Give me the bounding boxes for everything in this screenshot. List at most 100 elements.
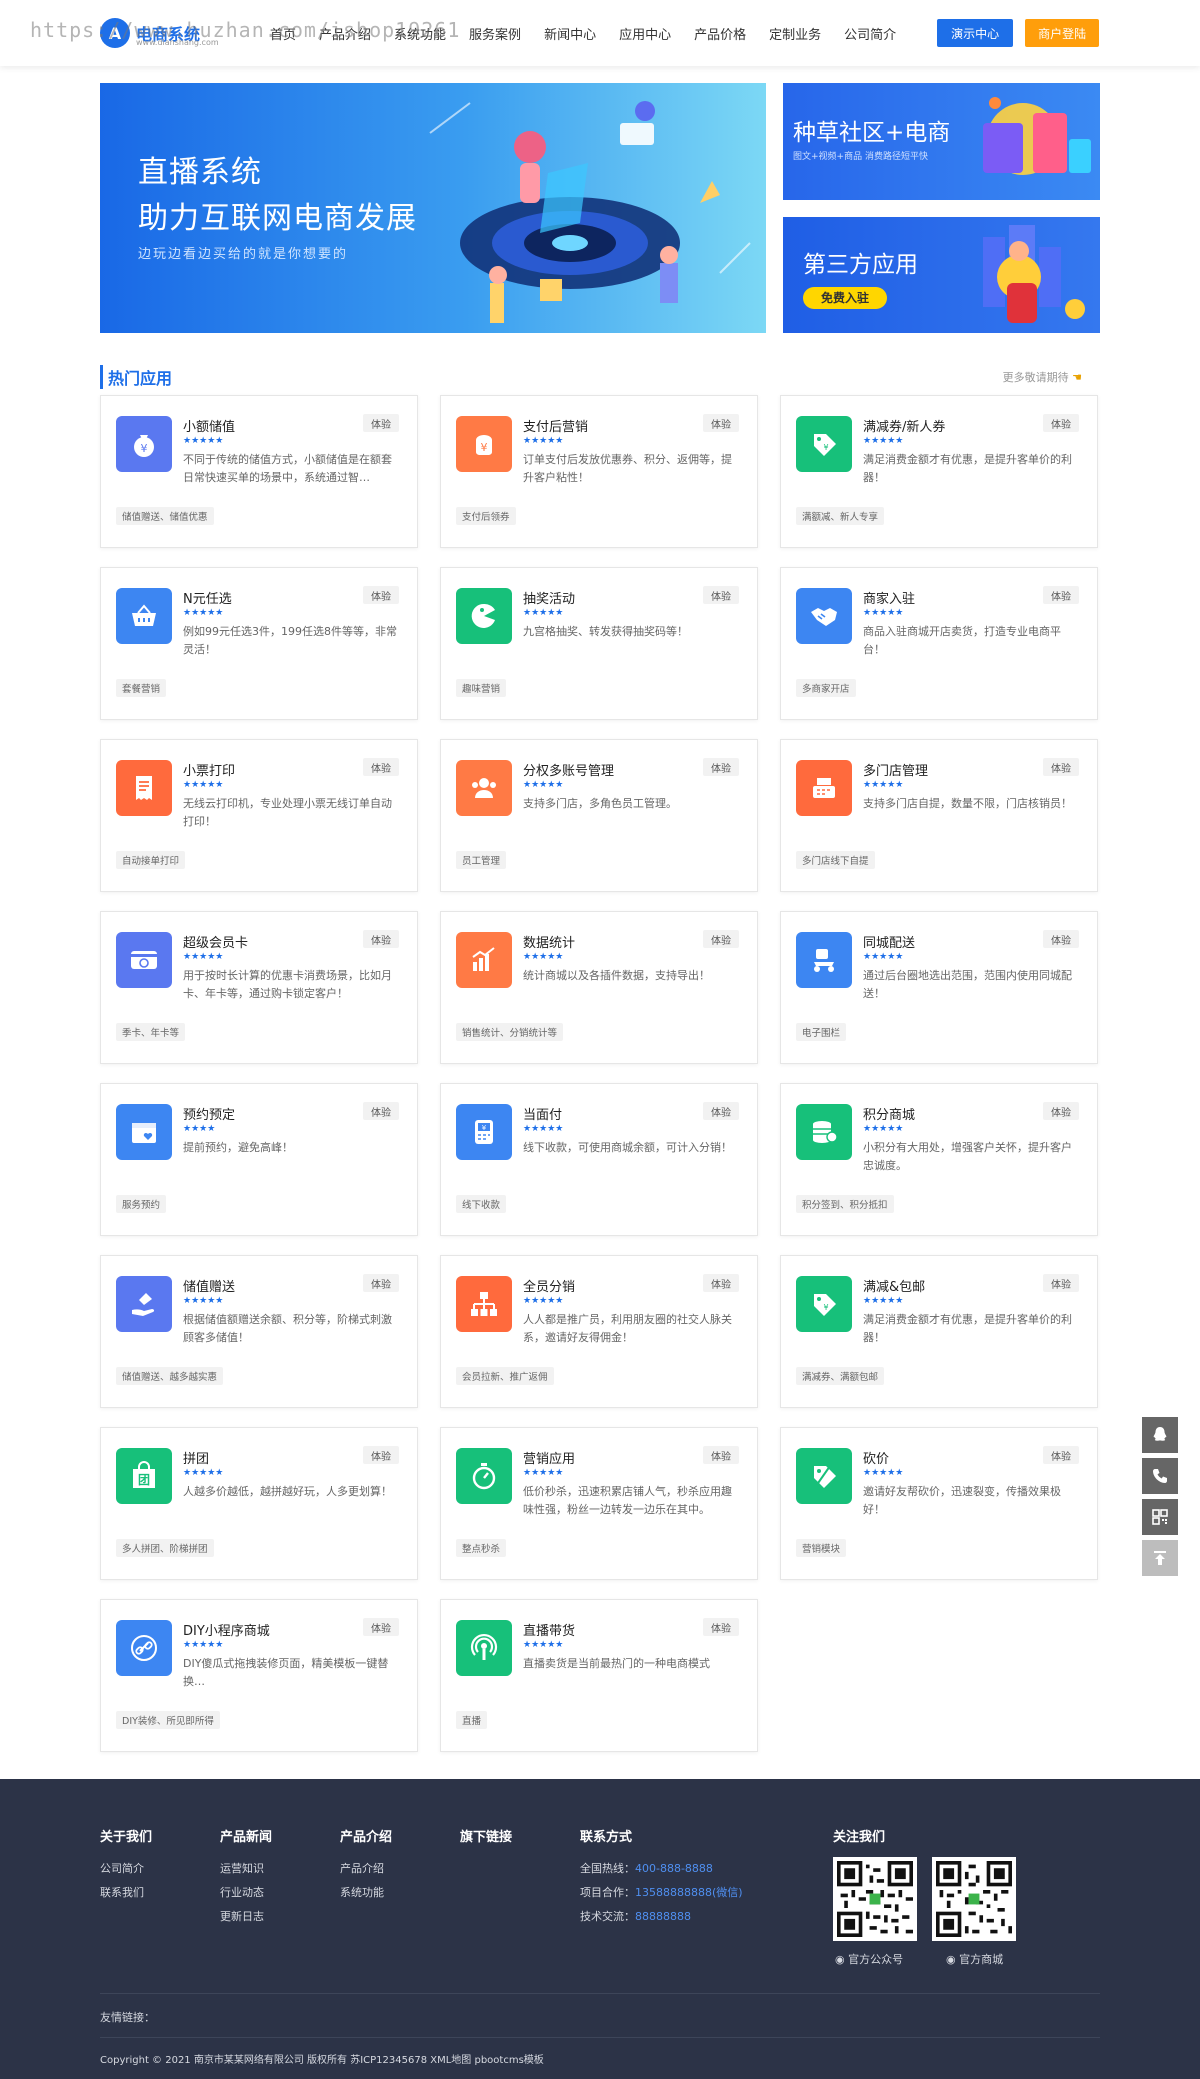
- nav-item[interactable]: 首页: [270, 24, 296, 43]
- app-tag: 电子围栏: [796, 1023, 847, 1041]
- nav-item[interactable]: 系统功能: [394, 24, 446, 43]
- app-card[interactable]: ¥ 满减&包邮 体验 ★★★★★ 满足消费金额才有优惠，是提升客单价的利器！ 满减券、满额…: [780, 1255, 1098, 1408]
- nav-item[interactable]: 产品介绍: [319, 24, 371, 43]
- nav-item[interactable]: 公司简介: [844, 24, 896, 43]
- more-coming-link[interactable]: 更多敬请期待 ☚: [1003, 369, 1082, 385]
- basket-icon: [116, 588, 172, 644]
- handshake-icon: [796, 588, 852, 644]
- footer-link-changelog[interactable]: 更新日志: [220, 1905, 272, 1929]
- app-card[interactable]: 储值赠送 体验 ★★★★★ 根据储值额赠送余额、积分等，阶梯式刺激顾客多储值！ 储值赠送…: [100, 1255, 418, 1408]
- hotline-value[interactable]: 400-888-8888: [635, 1862, 713, 1875]
- nav-item[interactable]: 定制业务: [769, 24, 821, 43]
- app-card[interactable]: DIY小程序商城 体验 ★★★★★ DIY傻瓜式拖拽装修页面，精美模板一键替换… DIY…: [100, 1599, 418, 1752]
- hot-apps-header: 热门应用 更多敬请期待 ☚: [100, 365, 1100, 389]
- app-card[interactable]: ¥ 支付后营销 体验 ★★★★★ 订单支付后发放优惠券、积分、返佣等，提升客户粘性！ 支付…: [440, 395, 758, 548]
- rating-stars: ★★★★★: [523, 1296, 564, 1306]
- footer-link-industry[interactable]: 行业动态: [220, 1881, 272, 1905]
- app-card[interactable]: 直播带货 体验 ★★★★★ 直播卖货是当前最热门的一种电商模式 直播: [440, 1599, 758, 1752]
- try-button[interactable]: 体验: [703, 930, 739, 948]
- try-button[interactable]: 体验: [363, 1102, 399, 1120]
- qq-icon[interactable]: [1142, 1417, 1178, 1453]
- app-card[interactable]: ¥ 满减券/新人券 体验 ★★★★★ 满足消费金额才有优惠，是提升客单价的利器！ 满额减、…: [780, 395, 1098, 548]
- app-card[interactable]: 团 拼团 体验 ★★★★★ 人越多价越低，越拼越好玩，人多更划算！ 多人拼团、阶梯拼团: [100, 1427, 418, 1580]
- third-party-banner[interactable]: 第三方应用 免费入驻: [783, 216, 1100, 333]
- tech-value[interactable]: 88888888: [635, 1910, 691, 1923]
- try-button[interactable]: 体验: [703, 1274, 739, 1292]
- try-button[interactable]: 体验: [363, 586, 399, 604]
- section-title: 热门应用: [100, 365, 172, 389]
- phone-icon[interactable]: [1142, 1458, 1178, 1494]
- try-button[interactable]: 体验: [1043, 1446, 1079, 1464]
- app-title: 商家入驻: [863, 592, 916, 607]
- app-card[interactable]: 砍价 体验 ★★★★★ 邀请好友帮砍价，迅速裂变，传播效果极好！ 营销模块: [780, 1427, 1098, 1580]
- footer-link-features[interactable]: 系统功能: [340, 1881, 392, 1905]
- banner-area: 直播系统 助力互联网电商发展 边玩边看边买给的就是你想要的 种草社区+电商 图文…: [100, 83, 1100, 333]
- coop-value[interactable]: 13588888888(微信): [635, 1886, 743, 1899]
- app-description: 无线云打印机，专业处理小票无线订单自动打印！: [183, 797, 392, 828]
- mall-icon: ◉: [946, 1953, 956, 1966]
- qrcode-icon[interactable]: [1142, 1499, 1178, 1535]
- try-button[interactable]: 体验: [703, 1102, 739, 1120]
- try-button[interactable]: 体验: [703, 414, 739, 432]
- app-card[interactable]: 商家入驻 体验 ★★★★★ 商品入驻商城开店卖货，打造专业电商平台！ 多商家开店: [780, 567, 1098, 720]
- app-card[interactable]: 全员分销 体验 ★★★★★ 人人都是推广员，利用朋友圈的社交人脉关系，邀请好友得佣金！…: [440, 1255, 758, 1408]
- app-card[interactable]: 预约预定 体验 ★★★★ 提前预约，避免高峰！ 服务预约: [100, 1083, 418, 1236]
- rating-stars: ★★★★★: [863, 436, 904, 446]
- app-card[interactable]: ¥ 小额储值 体验 ★★★★★ 不同于传统的储值方式，小额储值是在额套日常快速买单的场景…: [100, 395, 418, 548]
- app-card[interactable]: 超级会员卡 体验 ★★★★★ 用于按时长计算的优惠卡消费场景，比如月卡、年卡等，通过购…: [100, 911, 418, 1064]
- back-to-top-icon[interactable]: [1142, 1540, 1178, 1576]
- nav-item[interactable]: 产品价格: [694, 24, 746, 43]
- demo-center-button[interactable]: 演示中心: [937, 19, 1014, 47]
- app-title: 预约预定: [183, 1108, 236, 1123]
- footer-link-contact[interactable]: 联系我们: [100, 1881, 152, 1905]
- app-card[interactable]: 小票打印 体验 ★★★★★ 无线云打印机，专业处理小票无线订单自动打印！ 自动接单打印: [100, 739, 418, 892]
- site-logo[interactable]: A 电商系统 www.dianshang.com: [100, 18, 270, 48]
- bar-chart-icon: [456, 932, 512, 988]
- coupon-tag-icon: ¥: [796, 1276, 852, 1332]
- rating-stars: ★★★★★: [523, 1124, 564, 1134]
- try-button[interactable]: 体验: [1043, 758, 1079, 776]
- try-button[interactable]: 体验: [703, 758, 739, 776]
- footer-link-company[interactable]: 公司简介: [100, 1857, 152, 1881]
- try-button[interactable]: 体验: [363, 758, 399, 776]
- try-button[interactable]: 体验: [1043, 1274, 1079, 1292]
- free-join-button[interactable]: 免费入驻: [803, 286, 887, 309]
- try-button[interactable]: 体验: [363, 930, 399, 948]
- cash-register-icon: [796, 760, 852, 816]
- rating-stars: ★★★★★: [863, 1296, 904, 1306]
- try-button[interactable]: 体验: [363, 1274, 399, 1292]
- footer-link-product[interactable]: 产品介绍: [340, 1857, 392, 1881]
- app-card[interactable]: ¥ 当面付 体验 ★★★★★ 线下收款，可使用商城余额，可计入分销！ 线下收款: [440, 1083, 758, 1236]
- app-card[interactable]: 数据统计 体验 ★★★★★ 统计商城以及各插件数据，支持导出！ 销售统计、分销统计等: [440, 911, 758, 1064]
- mall-qrcode: [932, 1857, 1016, 1941]
- try-button[interactable]: 体验: [1043, 1102, 1079, 1120]
- try-button[interactable]: 体验: [363, 1618, 399, 1636]
- rating-stars: ★★★★★: [523, 1468, 564, 1478]
- try-button[interactable]: 体验: [1043, 414, 1079, 432]
- try-button[interactable]: 体验: [1043, 586, 1079, 604]
- main-banner[interactable]: 直播系统 助力互联网电商发展 边玩边看边买给的就是你想要的: [100, 83, 766, 333]
- try-button[interactable]: 体验: [703, 586, 739, 604]
- app-card[interactable]: 多门店管理 体验 ★★★★★ 支持多门店自提，数量不限，门店核销员！ 多门店线下自提: [780, 739, 1098, 892]
- try-button[interactable]: 体验: [363, 1446, 399, 1464]
- try-button[interactable]: 体验: [1043, 930, 1079, 948]
- app-tag: 积分签到、积分抵扣: [796, 1195, 894, 1213]
- calendar-heart-icon: [116, 1104, 172, 1160]
- try-button[interactable]: 体验: [363, 414, 399, 432]
- app-card[interactable]: 营销应用 体验 ★★★★★ 低价秒杀，迅速积累店铺人气，秒杀应用趣味性强，粉丝一边转发…: [440, 1427, 758, 1580]
- app-card[interactable]: 同城配送 体验 ★★★★★ 通过后台圈地选出范围，范围内使用同城配送！ 电子围栏: [780, 911, 1098, 1064]
- app-card[interactable]: 积分商城 体验 ★★★★★ 小积分有大用处，增强客户关怀，提升客户忠诚度。 积分签到、积…: [780, 1083, 1098, 1236]
- nav-item[interactable]: 应用中心: [619, 24, 671, 43]
- wechat-qr-label: ◉ 官方公众号: [835, 1951, 903, 1967]
- app-description: 邀请好友帮砍价，迅速裂变，传播效果极好！: [863, 1485, 1061, 1516]
- try-button[interactable]: 体验: [703, 1618, 739, 1636]
- app-card[interactable]: N元任选 体验 ★★★★★ 例如99元任选3件，199任选8件等等，非常灵活！ 套餐营销: [100, 567, 418, 720]
- app-card[interactable]: 分权多账号管理 体验 ★★★★★ 支持多门店，多角色员工管理。 员工管理: [440, 739, 758, 892]
- merchant-login-button[interactable]: 商户登陆: [1025, 19, 1100, 47]
- try-button[interactable]: 体验: [703, 1446, 739, 1464]
- footer-link-ops[interactable]: 运营知识: [220, 1857, 272, 1881]
- nav-item[interactable]: 新闻中心: [544, 24, 596, 43]
- nav-item[interactable]: 服务案例: [469, 24, 521, 43]
- community-banner[interactable]: 种草社区+电商 图文+视频+商品 消费路径短平快: [783, 83, 1100, 200]
- app-card[interactable]: 抽奖活动 体验 ★★★★★ 九宫格抽奖、转发获得抽奖码等！ 趣味营销: [440, 567, 758, 720]
